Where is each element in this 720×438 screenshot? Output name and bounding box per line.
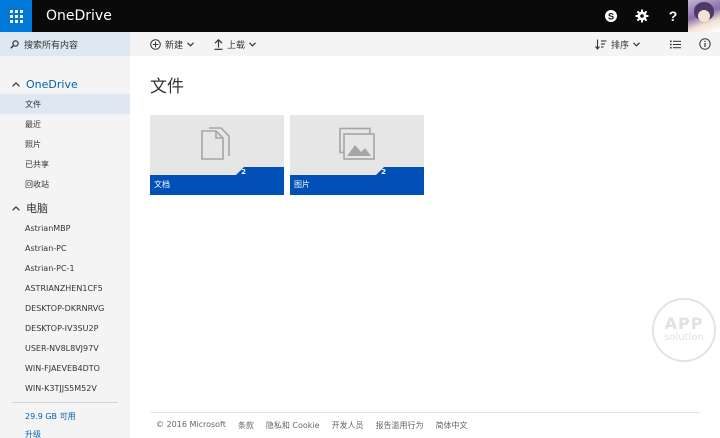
documents-folder-icon [201, 127, 230, 160]
sidebar: OneDrive 文件 最近 照片 已共享 回收站 电脑 AstrianMBP … [0, 56, 130, 438]
skype-button[interactable]: S [595, 0, 626, 32]
chevron-up-icon [12, 205, 20, 211]
sidebar-item-files[interactable]: 文件 [0, 94, 130, 114]
footer-link-terms[interactable]: 条款 [238, 420, 254, 431]
sidebar-item-label: DESKTOP-DKRNRVG [25, 303, 105, 313]
sidebar-item-label: 已共享 [25, 159, 49, 169]
sidebar-item-label: Astrian-PC [25, 243, 67, 253]
sidebar-item-recycle-bin[interactable]: 回收站 [0, 174, 130, 194]
sidebar-item-label: AstrianMBP [25, 223, 71, 233]
sidebar-item-label: ASTRIANZHEN1CF5 [25, 283, 103, 293]
sidebar-item-pc[interactable]: DESKTOP-DKRNRVG [0, 298, 130, 318]
info-icon [699, 38, 711, 50]
footer-copyright: © 2016 Microsoft [156, 420, 226, 429]
sidebar-item-shared[interactable]: 已共享 [0, 154, 130, 174]
sidebar-heading-pcs: 电脑 [26, 202, 48, 215]
folder-tile-pictures[interactable]: 2 图片 [290, 115, 424, 195]
details-pane-button[interactable] [690, 38, 720, 50]
brand-title[interactable]: OneDrive [46, 8, 112, 24]
folder-item-count: 2 [381, 168, 386, 176]
sidebar-item-pc[interactable]: WIN-FJAEVEB4DTO [0, 358, 130, 378]
chevron-up-icon [12, 81, 20, 87]
sidebar-item-pc[interactable]: Astrian-PC [0, 238, 130, 258]
app-launcher-icon [9, 9, 23, 23]
watermark-logo: APP solution [652, 298, 716, 362]
search-box[interactable]: 搜索所有内容 [0, 32, 130, 56]
settings-button[interactable] [626, 0, 657, 32]
sidebar-item-pc[interactable]: USER-NV8L8VJ97V [0, 338, 130, 358]
folder-name: 文档 [154, 180, 170, 189]
pictures-folder-icon [339, 127, 375, 160]
sidebar-item-photos[interactable]: 照片 [0, 134, 130, 154]
search-label: 搜索所有内容 [24, 40, 79, 51]
chevron-down-icon [249, 41, 256, 47]
sidebar-item-label: 最近 [25, 119, 41, 129]
avatar[interactable] [688, 0, 720, 32]
top-bar: OneDrive S ? [0, 0, 720, 32]
folder-item-count: 2 [241, 168, 246, 176]
sidebar-item-recent[interactable]: 最近 [0, 114, 130, 134]
sidebar-section-onedrive[interactable]: OneDrive [0, 74, 130, 94]
footer-link-language[interactable]: 简体中文 [436, 420, 468, 431]
footer-link-privacy[interactable]: 隐私和 Cookie [266, 420, 320, 431]
footer-divider [150, 412, 700, 413]
sidebar-item-label: Astrian-PC-1 [25, 263, 75, 273]
chevron-down-icon [187, 41, 194, 47]
sidebar-divider [12, 402, 118, 403]
upload-icon [214, 38, 223, 50]
sidebar-item-pc[interactable]: DESKTOP-IV3SU2P [0, 318, 130, 338]
plus-circle-icon [150, 38, 161, 50]
watermark-text: APP [664, 314, 704, 333]
upload-button[interactable]: 上载 [214, 38, 256, 51]
upgrade-link[interactable]: 升级 [25, 429, 41, 438]
view-list-button[interactable] [660, 40, 690, 49]
sort-label: 排序 [610, 40, 629, 51]
skype-icon: S [604, 10, 617, 22]
new-button[interactable]: 新建 [150, 38, 194, 51]
sidebar-item-label: WIN-K3TJJS5M52V [25, 383, 97, 393]
sidebar-item-pc[interactable]: ASTRIANZHEN1CF5 [0, 278, 130, 298]
watermark-subtext: solution [664, 332, 704, 343]
sidebar-heading-onedrive: OneDrive [26, 77, 78, 91]
footer-link-developers[interactable]: 开发人员 [332, 420, 364, 431]
sidebar-item-label: 照片 [25, 139, 41, 149]
gear-icon [635, 9, 648, 23]
svg-text:?: ? [668, 9, 677, 23]
sort-icon [595, 39, 607, 50]
help-button[interactable]: ? [657, 0, 688, 32]
sidebar-item-label: 文件 [25, 99, 41, 109]
sidebar-section-pcs[interactable]: 电脑 [0, 198, 130, 218]
sidebar-item-label: USER-NV8L8VJ97V [25, 343, 99, 353]
sidebar-item-pc[interactable]: Astrian-PC-1 [0, 258, 130, 278]
app-launcher-button[interactable] [0, 0, 32, 32]
new-label: 新建 [165, 40, 184, 51]
command-bar: 新建 上载 排序 [130, 32, 720, 56]
sort-button[interactable]: 排序 [595, 38, 640, 51]
page-title: 文件 [150, 77, 184, 97]
svg-text:S: S [607, 12, 613, 22]
footer: © 2016 Microsoft 条款 隐私和 Cookie 开发人员 报告滥用… [156, 420, 480, 431]
sidebar-item-label: WIN-FJAEVEB4DTO [25, 363, 100, 373]
sidebar-item-label: DESKTOP-IV3SU2P [25, 323, 99, 333]
sidebar-item-pc[interactable]: WIN-K3TJJS5M52V [0, 378, 130, 398]
storage-quota: 29.9 GB 可用 [25, 412, 76, 421]
help-icon: ? [668, 9, 677, 23]
folder-name: 图片 [294, 180, 310, 189]
sidebar-item-label: 回收站 [25, 179, 49, 189]
list-view-icon [669, 40, 681, 48]
folder-tile-documents[interactable]: 2 文档 [150, 115, 284, 195]
chevron-down-icon [633, 41, 640, 47]
upload-label: 上载 [227, 40, 246, 51]
footer-link-report-abuse[interactable]: 报告滥用行为 [376, 420, 424, 431]
sidebar-item-pc[interactable]: AstrianMBP [0, 218, 130, 238]
search-icon [10, 39, 19, 49]
